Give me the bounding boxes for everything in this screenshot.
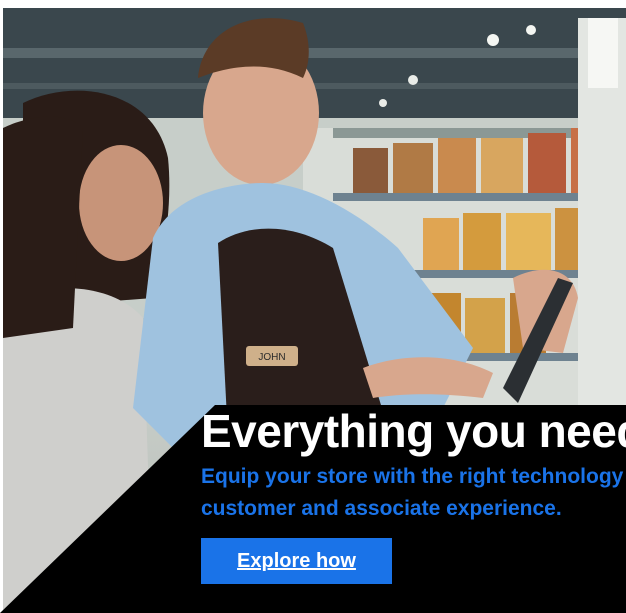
hero-banner: JOHN Everything you need Equip your stor… bbox=[0, 0, 626, 613]
hero-text-area: Everything you need Equip your store wit… bbox=[0, 0, 626, 613]
explore-how-button[interactable]: Explore how bbox=[201, 538, 392, 584]
hero-subtext-line-2: customer and associate experience. bbox=[201, 497, 562, 520]
hero-headline: Everything you need bbox=[201, 405, 626, 457]
hero-subtext: Equip your store with the right technolo… bbox=[201, 461, 626, 525]
hero-subtext-line-1: Equip your store with the right technolo… bbox=[201, 465, 626, 488]
